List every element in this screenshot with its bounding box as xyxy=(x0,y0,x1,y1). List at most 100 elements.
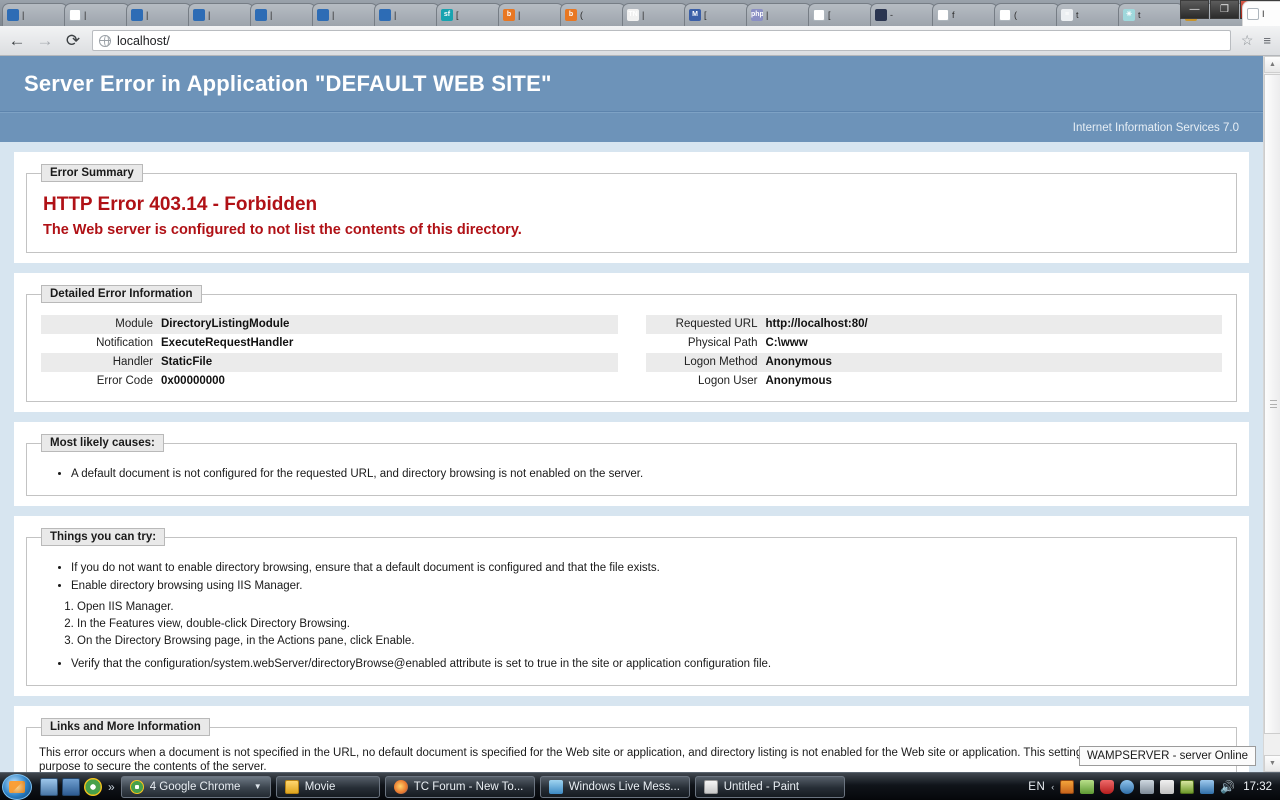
tab-10[interactable]: TN | xyxy=(622,3,688,26)
detailed-error-table: Module DirectoryListingModule Notification… xyxy=(37,311,1226,393)
kaspersky-tray-icon[interactable] xyxy=(1160,779,1175,794)
page-content: Error Summary HTTP Error 403.14 - Forbid… xyxy=(0,142,1263,772)
iis-version-bar: Internet Information Services 7.0 xyxy=(0,112,1263,142)
tab-label: | xyxy=(22,10,25,20)
teal-star-icon: ✳ xyxy=(1123,9,1135,21)
quicklaunch-show-desktop-icon[interactable] xyxy=(40,777,58,796)
wampserver-tray-icon[interactable] xyxy=(1060,779,1075,794)
taskbar-button-4[interactable]: Untitled - Paint xyxy=(694,775,845,798)
paint-icon xyxy=(703,779,718,794)
chrome-menu-icon[interactable]: ≡ xyxy=(1263,33,1272,48)
tab-5[interactable]: | xyxy=(312,3,378,26)
tab-label: t xyxy=(1076,10,1079,20)
sync-tray-icon[interactable] xyxy=(1200,779,1215,794)
things-to-try-panel: Things you can try: If you do not want t… xyxy=(14,516,1249,696)
try-list: If you do not want to enable directory b… xyxy=(37,560,1226,595)
taskbar-button-0[interactable]: 4 Google Chrome ▼ xyxy=(120,775,271,798)
tab-8[interactable]: b | xyxy=(498,3,564,26)
taskbar-button-1[interactable]: Movie xyxy=(275,775,380,798)
wampserver-tooltip: WAMPSERVER - server Online xyxy=(1078,746,1256,766)
taskbar-caret-icon[interactable]: ▼ xyxy=(254,782,262,791)
blue-person-tray-icon[interactable] xyxy=(1120,779,1135,794)
tab-label: | xyxy=(766,10,769,20)
quicklaunch-overflow-icon[interactable]: » xyxy=(108,780,115,794)
tab-label: - xyxy=(890,10,893,20)
blue-doc-icon xyxy=(131,9,143,21)
scroll-down-button[interactable]: ▼ xyxy=(1264,755,1280,772)
forward-icon[interactable]: → xyxy=(36,31,54,51)
detail-row: Module DirectoryListingModule xyxy=(41,315,618,334)
tabs-container: |❐||||||sf[b|b(TN|M[php|❐[-❐f❐(≡t✳ti❐I✕ xyxy=(2,1,1280,26)
tab-1[interactable]: ❐ | xyxy=(64,3,130,26)
quicklaunch-chrome-icon[interactable] xyxy=(84,777,102,796)
tab-6[interactable]: | xyxy=(374,3,440,26)
try-item: If you do not want to enable directory b… xyxy=(71,560,1226,577)
tab-label: [ xyxy=(704,10,707,20)
try-fieldset: Things you can try: If you do not want t… xyxy=(26,528,1237,686)
links-fieldset: Links and More Information This error oc… xyxy=(26,718,1237,772)
green-tray-icon[interactable] xyxy=(1080,779,1095,794)
tab-label: | xyxy=(208,10,211,20)
tab-3[interactable]: | xyxy=(188,3,254,26)
battery-tray-icon[interactable] xyxy=(1180,779,1195,794)
scrollbar-thumb[interactable] xyxy=(1264,74,1280,734)
cause-item: A default document is not configured for… xyxy=(71,466,1226,483)
firefox-icon xyxy=(393,779,408,794)
error-code-title: HTTP Error 403.14 - Forbidden xyxy=(43,194,318,215)
security-shield-tray-icon[interactable] xyxy=(1100,779,1115,794)
taskbar-buttons: 4 Google Chrome ▼ Movie TC Forum - New To..… xyxy=(120,775,850,798)
tab-7[interactable]: sf[ xyxy=(436,3,502,26)
tab-label: | xyxy=(518,10,521,20)
windows-taskbar: » 4 Google Chrome ▼ Movie TC Forum - New To… xyxy=(0,772,1280,800)
tab-14[interactable]: - xyxy=(870,3,936,26)
detailed-error-fieldset: Detailed Error Information Module Directo… xyxy=(26,285,1237,402)
detail-value: DirectoryListingModule xyxy=(161,318,290,330)
clock[interactable]: 17:32 xyxy=(1241,781,1272,793)
tab-17[interactable]: ≡ t xyxy=(1056,3,1122,26)
network-tray-icon[interactable] xyxy=(1140,779,1155,794)
most-likely-causes-panel: Most likely causes: A default document i… xyxy=(14,422,1249,506)
minimize-button[interactable]: — xyxy=(1180,0,1209,19)
quicklaunch-switch-window-icon[interactable] xyxy=(62,777,80,796)
bookmark-star-icon[interactable]: ☆ xyxy=(1241,32,1254,49)
start-button[interactable] xyxy=(2,773,32,800)
tab-label: | xyxy=(84,10,87,20)
detail-key: Logon User xyxy=(698,375,758,387)
technet-icon: TN xyxy=(627,9,639,21)
tab-label: t xyxy=(1138,10,1141,20)
tab-0[interactable]: | xyxy=(2,3,68,26)
active-tab[interactable]: ❐I✕ xyxy=(1242,1,1280,26)
tab-2[interactable]: | xyxy=(126,3,192,26)
tab-11[interactable]: M[ xyxy=(684,3,750,26)
tab-13[interactable]: ❐[ xyxy=(808,3,874,26)
error-summary-legend: Error Summary xyxy=(41,164,143,182)
tray-expand-icon[interactable]: ‹ xyxy=(1051,782,1054,792)
language-indicator[interactable]: EN xyxy=(1028,781,1045,793)
address-bar[interactable]: localhost/ xyxy=(92,30,1231,51)
scroll-up-button[interactable]: ▲ xyxy=(1264,56,1280,73)
detail-value: Anonymous xyxy=(765,375,832,387)
taskbar-button-3[interactable]: Windows Live Mess... xyxy=(539,775,690,798)
tab-4[interactable]: | xyxy=(250,3,316,26)
tab-label: [ xyxy=(828,10,831,20)
reload-icon[interactable]: ⟳ xyxy=(64,31,82,51)
vertical-scrollbar[interactable]: ▲ ▼ xyxy=(1263,56,1280,772)
back-icon[interactable]: ← xyxy=(8,31,26,51)
tab-16[interactable]: ❐( xyxy=(994,3,1060,26)
tab-9[interactable]: b( xyxy=(560,3,626,26)
tab-strip: |❐||||||sf[b|b(TN|M[php|❐[-❐f❐(≡t✳ti❐I✕ … xyxy=(0,0,1280,26)
folder-icon xyxy=(284,779,299,794)
volume-icon[interactable]: 🔊 xyxy=(1220,780,1235,794)
maximize-button[interactable]: ❐ xyxy=(1210,0,1239,19)
tab-15[interactable]: ❐ f xyxy=(932,3,998,26)
taskbar-button-2[interactable]: TC Forum - New To... xyxy=(384,775,535,798)
detail-value: StaticFile xyxy=(161,356,213,368)
taskbar-button-label: 4 Google Chrome xyxy=(149,780,241,793)
blue-doc-icon xyxy=(379,9,391,21)
tab-18[interactable]: ✳ t xyxy=(1118,3,1184,26)
detail-column-right: Requested URL http://localhost:80/Physica… xyxy=(645,315,1222,391)
tab-12[interactable]: php | xyxy=(746,3,812,26)
try-steps-list: Open IIS Manager.In the Features view, d… xyxy=(37,599,1226,650)
detailed-error-panel: Detailed Error Information Module Directo… xyxy=(14,273,1249,412)
detail-key: Error Code xyxy=(96,375,153,387)
